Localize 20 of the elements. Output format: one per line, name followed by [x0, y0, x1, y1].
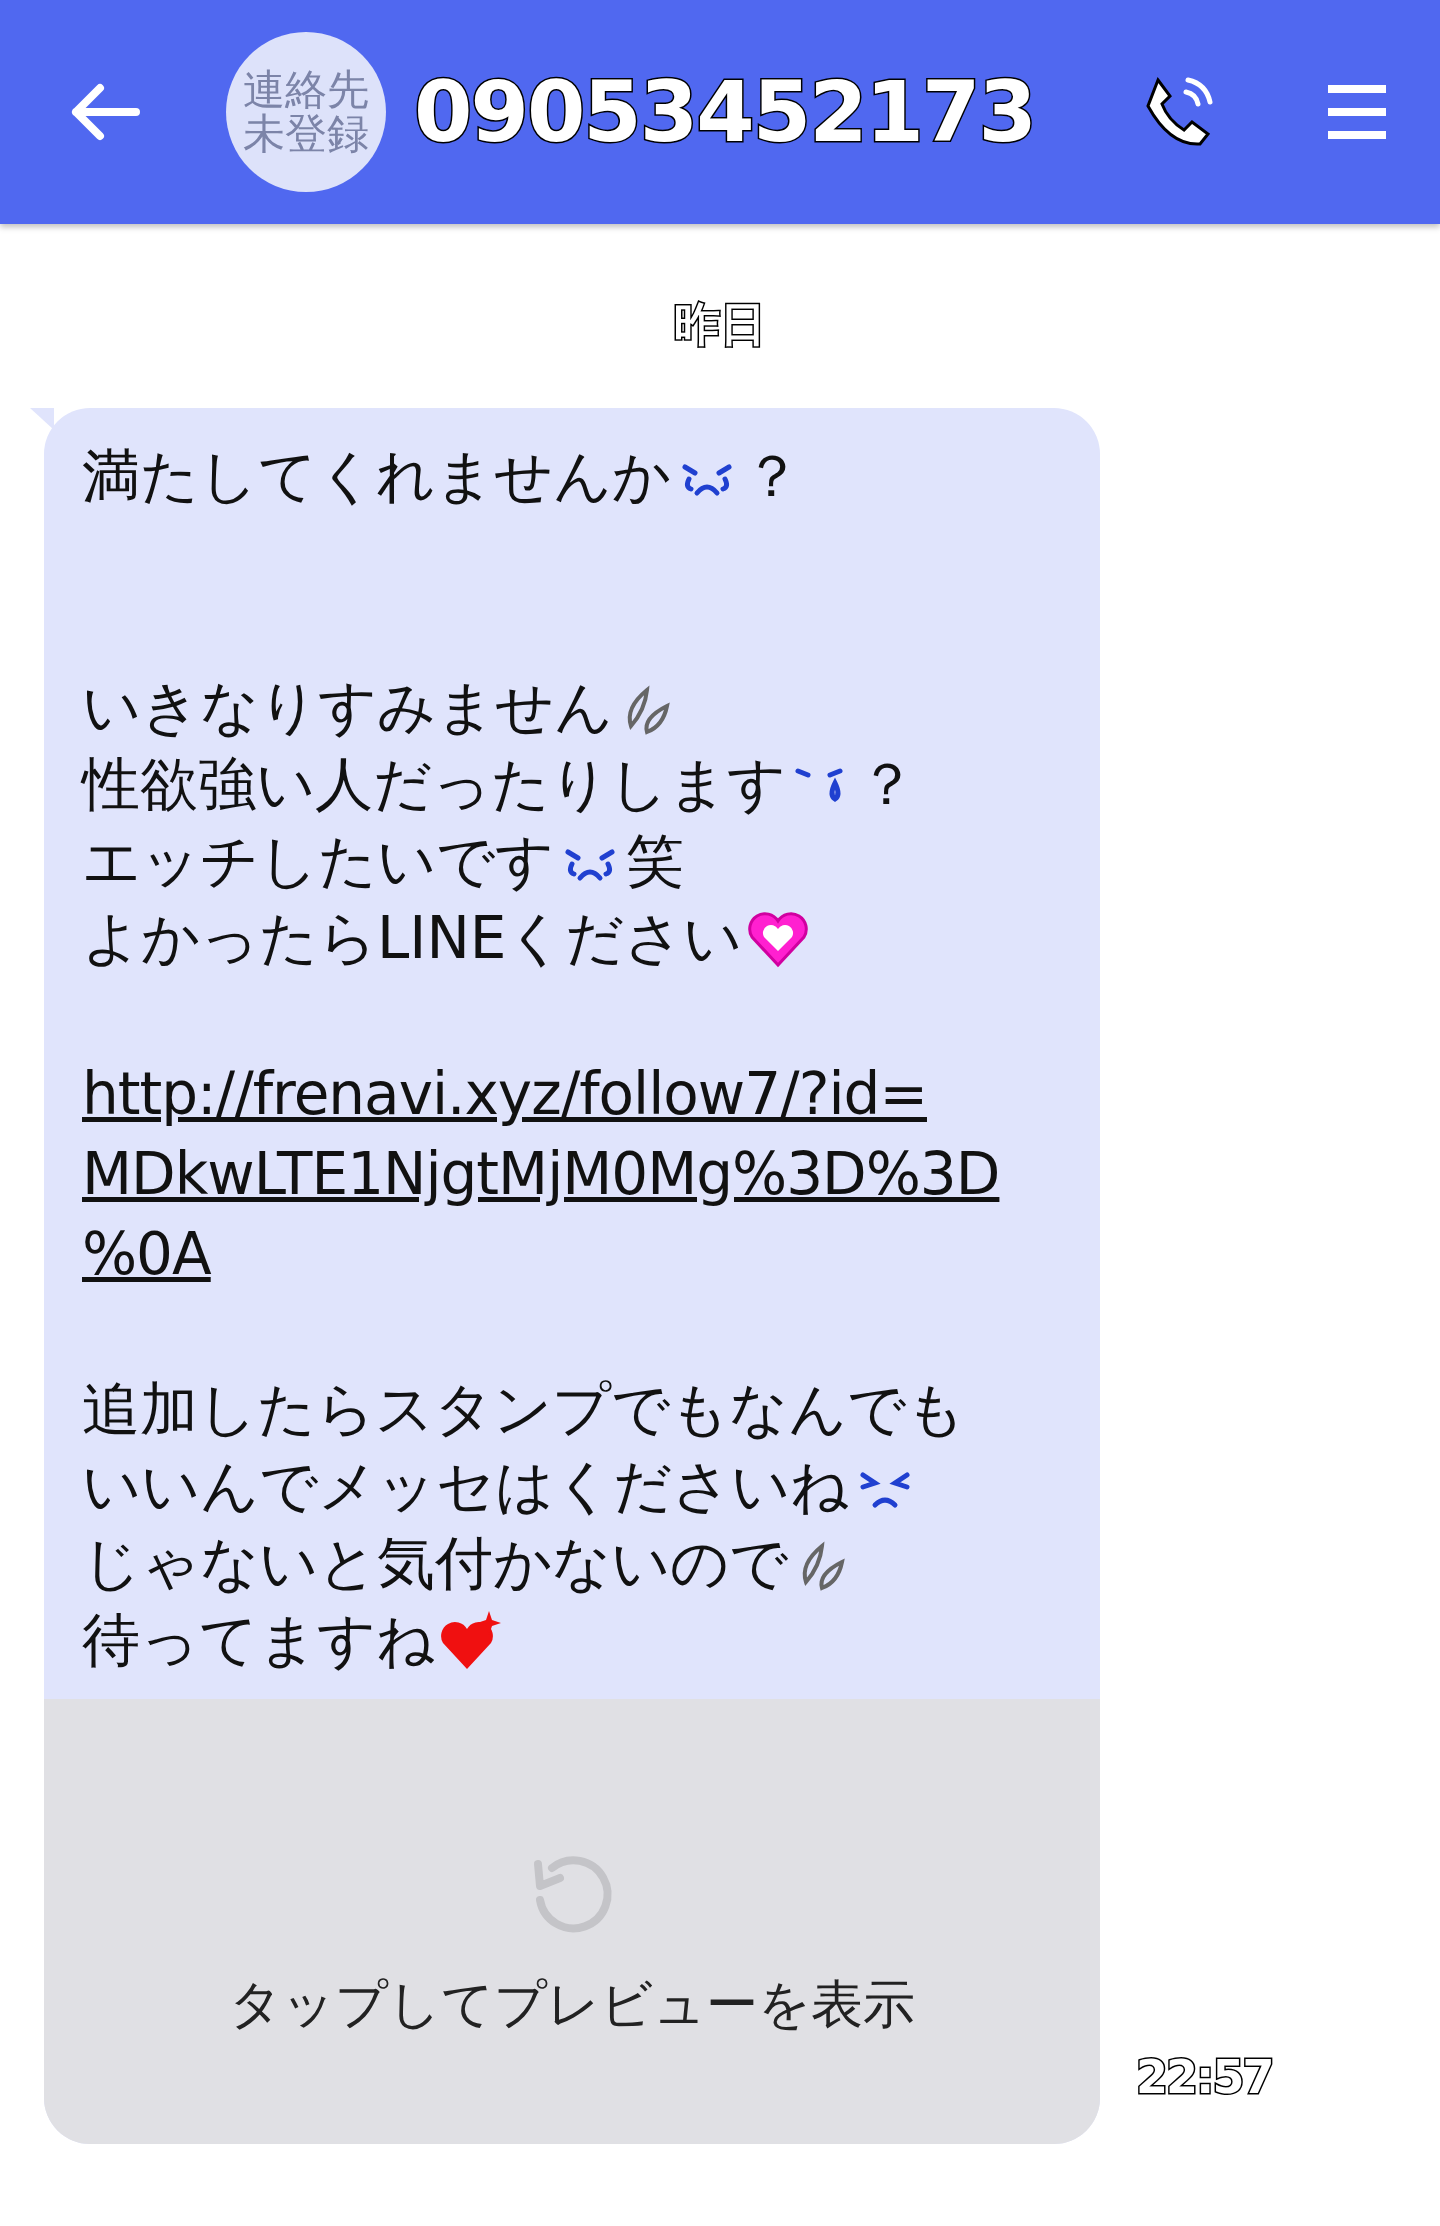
message-text: ？: [743, 441, 801, 512]
message-text: 性欲強い人だったりします: [82, 749, 786, 820]
message-text: いいんでメッセはくださいね: [82, 1451, 849, 1522]
avatar-text: 未登録: [243, 112, 369, 156]
message-text: よかったらLINEください: [82, 903, 743, 974]
message-text: 満たしてくれませんか: [82, 441, 671, 512]
message-text: 待ってますね: [82, 1605, 435, 1676]
contact-number: 09053452173: [414, 63, 1036, 161]
message-text: エッチしたいです: [82, 826, 554, 897]
message-text: 追加したらスタンプでもなんでも: [82, 1374, 965, 1445]
message-link[interactable]: http://frenavi.xyz/follow7/?id= MDkwLTE1NjgtMjM0Mg%3D%3D %0A: [82, 1054, 1064, 1294]
preview-button[interactable]: タップしてプレビューを表示: [44, 1699, 1100, 2144]
message-text: 笑: [626, 826, 684, 897]
back-icon[interactable]: [70, 82, 142, 142]
message-text: ？: [858, 749, 916, 820]
date-label: 昨日: [674, 296, 766, 353]
message-text: いきなりすみません: [82, 672, 613, 743]
message-time: 22:57: [1136, 2050, 1273, 2104]
message-text: じゃないと気付かないので: [82, 1528, 788, 1599]
avatar-text: 連絡先: [243, 68, 369, 112]
